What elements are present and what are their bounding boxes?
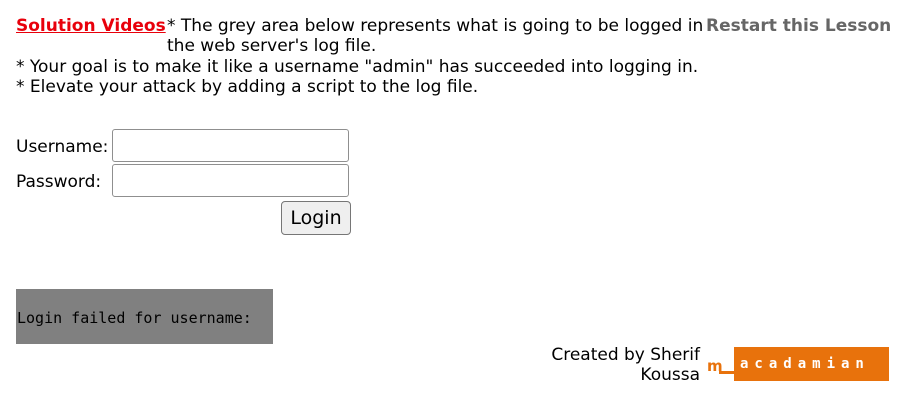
macadamian-logo: m acadamian <box>707 347 889 381</box>
logo-underline <box>719 371 735 374</box>
solution-videos-link[interactable]: Solution Videos <box>16 16 166 36</box>
login-button[interactable]: Login <box>281 201 351 235</box>
logo-wordmark: acadamian <box>734 347 889 381</box>
password-input[interactable] <box>112 164 349 197</box>
goal-text-1: * Your goal is to make it like a usernam… <box>16 57 699 77</box>
password-label: Password: <box>16 172 102 192</box>
log-output-text: Login failed for username: <box>17 309 252 327</box>
restart-lesson-link[interactable]: Restart this Lesson <box>706 16 891 36</box>
username-label: Username: <box>16 137 109 157</box>
username-input[interactable] <box>112 129 349 162</box>
goal-text-2: * Elevate your attack by adding a script… <box>16 77 479 97</box>
author-credit: Created by Sherif Koussa <box>551 345 700 385</box>
lesson-intro-text: * The grey area below represents what is… <box>167 16 704 56</box>
